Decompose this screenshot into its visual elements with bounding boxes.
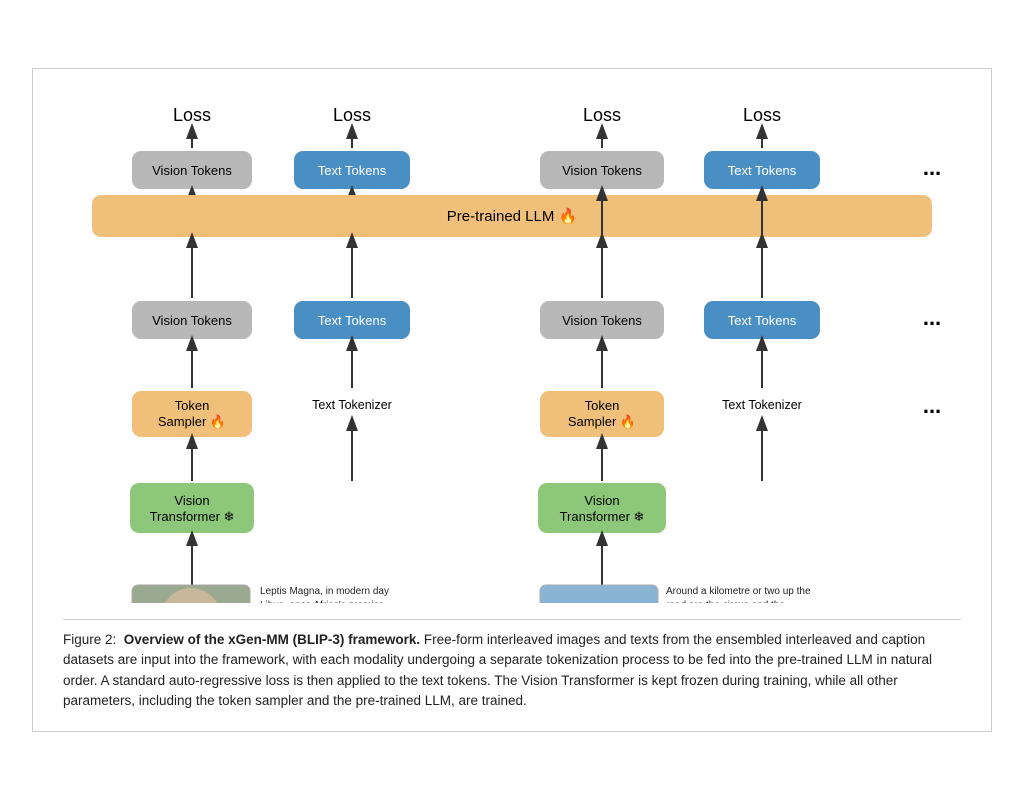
vision-tokens-top-right: Vision Tokens	[562, 163, 642, 178]
text-tokenizer-right: Text Tokenizer	[722, 398, 802, 412]
vision-transformer-right: Vision	[584, 493, 619, 508]
token-sampler-left: Token	[175, 398, 210, 413]
text-tokenizer-left: Text Tokenizer	[312, 398, 392, 412]
figure-caption: Figure 2: Overview of the xGen-MM (BLIP-…	[63, 619, 961, 711]
main-diagram-svg: Loss Loss Vision Tokens Text Tokens Pre-…	[62, 93, 962, 603]
vision-tokens-top-left: Vision Tokens	[152, 163, 232, 178]
text-snippet-left: Leptis Magna, in modern day Libya, once …	[260, 585, 408, 603]
dots-mid: ...	[923, 305, 941, 330]
vision-transformer-left: Vision	[174, 493, 209, 508]
loss-label-4: Loss	[743, 105, 781, 125]
loss-label-1: Loss	[173, 105, 211, 125]
caption-bold: Overview of the xGen-MM (BLIP-3) framewo…	[124, 632, 420, 647]
text-tokens-mid-left: Text Tokens	[318, 313, 387, 328]
vision-transformer-left-2: Transformer ❄	[150, 509, 235, 524]
text-snippet-right: Around a kilometre or two up the road ar…	[666, 585, 828, 603]
vision-tokens-mid-right: Vision Tokens	[562, 313, 642, 328]
text-tokens-top-right: Text Tokens	[728, 163, 797, 178]
token-sampler-left-2: Sampler 🔥	[158, 414, 226, 429]
diagram-area: Loss Loss Vision Tokens Text Tokens Pre-…	[63, 93, 961, 603]
dots-top: ...	[923, 155, 941, 180]
token-sampler-right: Token	[585, 398, 620, 413]
vision-transformer-right-2: Transformer ❄	[560, 509, 645, 524]
dots-sampler: ...	[923, 393, 941, 418]
figure-number: Figure 2:	[63, 632, 116, 647]
vision-tokens-mid-left: Vision Tokens	[152, 313, 232, 328]
text-tokens-mid-right: Text Tokens	[728, 313, 797, 328]
llm-bar: Pre-trained LLM 🔥	[447, 207, 577, 225]
loss-label-2: Loss	[333, 105, 371, 125]
token-sampler-right-2: Sampler 🔥	[568, 414, 636, 429]
figure-container: Loss Loss Vision Tokens Text Tokens Pre-…	[32, 68, 992, 732]
text-tokens-top-left: Text Tokens	[318, 163, 387, 178]
loss-label-3: Loss	[583, 105, 621, 125]
